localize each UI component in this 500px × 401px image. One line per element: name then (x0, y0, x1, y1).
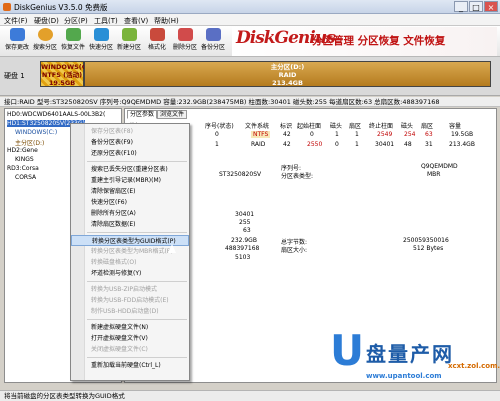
close-button[interactable]: × (484, 1, 498, 12)
toolbar-quick-partition-button[interactable]: 快速分区 (89, 28, 113, 51)
menu-item-reload-disk[interactable]: 重新加载当前硬盘(Ctrl_L) (71, 360, 189, 371)
menu-separator (87, 319, 187, 320)
menu-separator (87, 161, 187, 162)
new-partition-icon (121, 28, 137, 41)
save-icon (9, 28, 25, 41)
col-header-start-cyl: 起始柱面 (297, 123, 322, 130)
menu-view[interactable]: 查看(V) (124, 16, 148, 26)
minimize-button[interactable]: _ (454, 1, 468, 12)
col-header-end-head: 磁头 (401, 123, 414, 130)
col-header-end-sector: 扇区 (421, 123, 434, 130)
mouse-cursor-icon (168, 244, 176, 253)
toolbar-recover-button[interactable]: 恢复文件 (61, 28, 85, 51)
promo-banner: DiskGenius 分区管理 分区恢复 文件恢复 (232, 27, 497, 56)
partition-segment-d[interactable]: 主分区(D:) RAID 213.4GB (84, 61, 491, 87)
menu-item-search-lost-partitions[interactable]: 搜索已丢失分区(重建分区表) (71, 164, 189, 175)
disk-info-line: 接口:RAID 型号:ST3250820SV 序列号:Q9QEMDMD 容量:2… (0, 97, 500, 107)
menu-item-usb-fdd[interactable]: 转换为USB-FDD启动模式(E) (71, 295, 189, 306)
menu-item-usb-zip[interactable]: 转换为USB-ZIP启动模式 (71, 284, 189, 295)
col-header-head: 磁头 (330, 123, 343, 130)
menu-bar: 文件(F) 硬盘(D) 分区(P) 工具(T) 查看(V) 帮助(H) (0, 14, 500, 26)
menu-item-usb-hdd[interactable]: 制作USB-HDD启动盘(D) (71, 306, 189, 317)
site-watermark: U 盘量产网 www.upantool.com xcxt.zol.com.cn (330, 326, 500, 388)
menu-separator (87, 281, 187, 282)
window-title: DiskGenius V3.5.0 免费版 (14, 3, 108, 12)
status-bar: 将当前磁盘的分区表类型转换为GUID格式 (0, 390, 500, 401)
menu-disk[interactable]: 硬盘(D) (34, 16, 59, 26)
quick-partition-icon (93, 28, 109, 41)
col-header-end-cyl: 终止柱面 (369, 123, 394, 130)
tree-item-hd2[interactable]: HD2:Gene (7, 147, 38, 154)
menu-separator (87, 357, 187, 358)
tab-browse-files[interactable]: 浏览文件 (157, 110, 188, 119)
toolbar-search-button[interactable]: 搜索分区 (33, 28, 57, 51)
search-icon (37, 28, 53, 41)
banner-slogan: 分区管理 分区恢复 文件恢复 (312, 35, 446, 47)
delete-icon (177, 28, 193, 41)
col-header-index: 序号(状态) (205, 123, 234, 130)
menu-item-open-virtual-disk[interactable]: 打开虚拟硬盘文件(V) (71, 333, 189, 344)
toolbar-save-button[interactable]: 保存更改 (5, 28, 29, 51)
maximize-button[interactable]: □ (469, 1, 483, 12)
tree-item-kings[interactable]: KINGS (15, 156, 34, 163)
tree-item-rd3[interactable]: RD3:Corsa (7, 165, 39, 172)
menu-file[interactable]: 文件(F) (4, 16, 28, 26)
menu-item-delete-all-partitions[interactable]: 删除所有分区(A) (71, 208, 189, 219)
menu-item-new-virtual-disk[interactable]: 新建虚拟硬盘文件(N) (71, 322, 189, 333)
app-icon (3, 3, 11, 11)
menu-item-bad-sector-check[interactable]: 坏道检测与修复(Y) (71, 268, 189, 279)
toolbar-delete-button[interactable]: 删除分区 (173, 28, 197, 51)
menu-tools[interactable]: 工具(T) (94, 16, 118, 26)
watermark-name: 盘量产网 (366, 342, 454, 366)
disk-map-bar: 硬盘 1 WINDOWS(C:) NTFS (活动) 19.5GB 主分区(D:… (0, 57, 500, 96)
menu-item-clear-reserved-sectors[interactable]: 清除保留扇区(E) (71, 186, 189, 197)
menu-item-close-virtual-disk[interactable]: 关闭虚拟硬盘文件(C) (71, 344, 189, 355)
tree-item-main-d[interactable]: 主分区(D:) (15, 138, 44, 147)
col-header-id: 标识 (280, 123, 293, 130)
toolbar-new-partition-button[interactable]: 新建分区 (117, 28, 141, 51)
col-header-capacity: 容量 (449, 123, 462, 130)
tree-item-corsa[interactable]: CORSA (15, 174, 36, 181)
format-icon (149, 28, 165, 41)
watermark-tag: xcxt.zol.com.cn (448, 362, 500, 370)
menu-item-restore-partition-table[interactable]: 还原分区表(F10) (71, 148, 189, 159)
menu-item-rebuild-mbr[interactable]: 重建主引导记录(MBR)(M) (71, 175, 189, 186)
menu-item-clear-sector-data[interactable]: 清除扇区数据(E) (71, 219, 189, 230)
tree-item-windows-c[interactable]: WINDOWS(C:) (15, 129, 57, 136)
menu-item-save-partition-table[interactable]: 保存分区表(F8) (71, 126, 189, 137)
tree-item-hd0[interactable]: HD0:WDCWD6401AALS-00L3B2( (7, 111, 105, 118)
menu-separator (87, 232, 187, 233)
toolbar-format-button[interactable]: 格式化 (146, 28, 168, 51)
recover-icon (65, 28, 81, 41)
menu-item-convert-disk-format[interactable]: 转换磁盘格式(O) (71, 257, 189, 268)
title-bar: DiskGenius V3.5.0 免费版 _ □ × (0, 0, 500, 14)
backup-icon (205, 28, 221, 41)
menu-help[interactable]: 帮助(H) (154, 16, 179, 26)
menu-partition[interactable]: 分区(P) (64, 16, 88, 26)
partition-segment-c[interactable]: WINDOWS(C:) NTFS (活动) 19.5GB (40, 61, 92, 87)
menu-item-quick-partition[interactable]: 快速分区(F6) (71, 197, 189, 208)
tab-partition-params[interactable]: 分区参数 (127, 110, 158, 119)
watermark-u-logo: U (330, 326, 365, 375)
col-header-fs: 文件系统 (245, 123, 270, 130)
menu-item-backup-partition-table[interactable]: 备份分区表(F9) (71, 137, 189, 148)
toolbar-backup-button[interactable]: 备份分区 (201, 28, 225, 51)
col-header-sector: 扇区 (349, 123, 362, 130)
disk-label: 硬盘 1 (4, 72, 25, 80)
watermark-url: www.upantool.com (366, 372, 442, 380)
